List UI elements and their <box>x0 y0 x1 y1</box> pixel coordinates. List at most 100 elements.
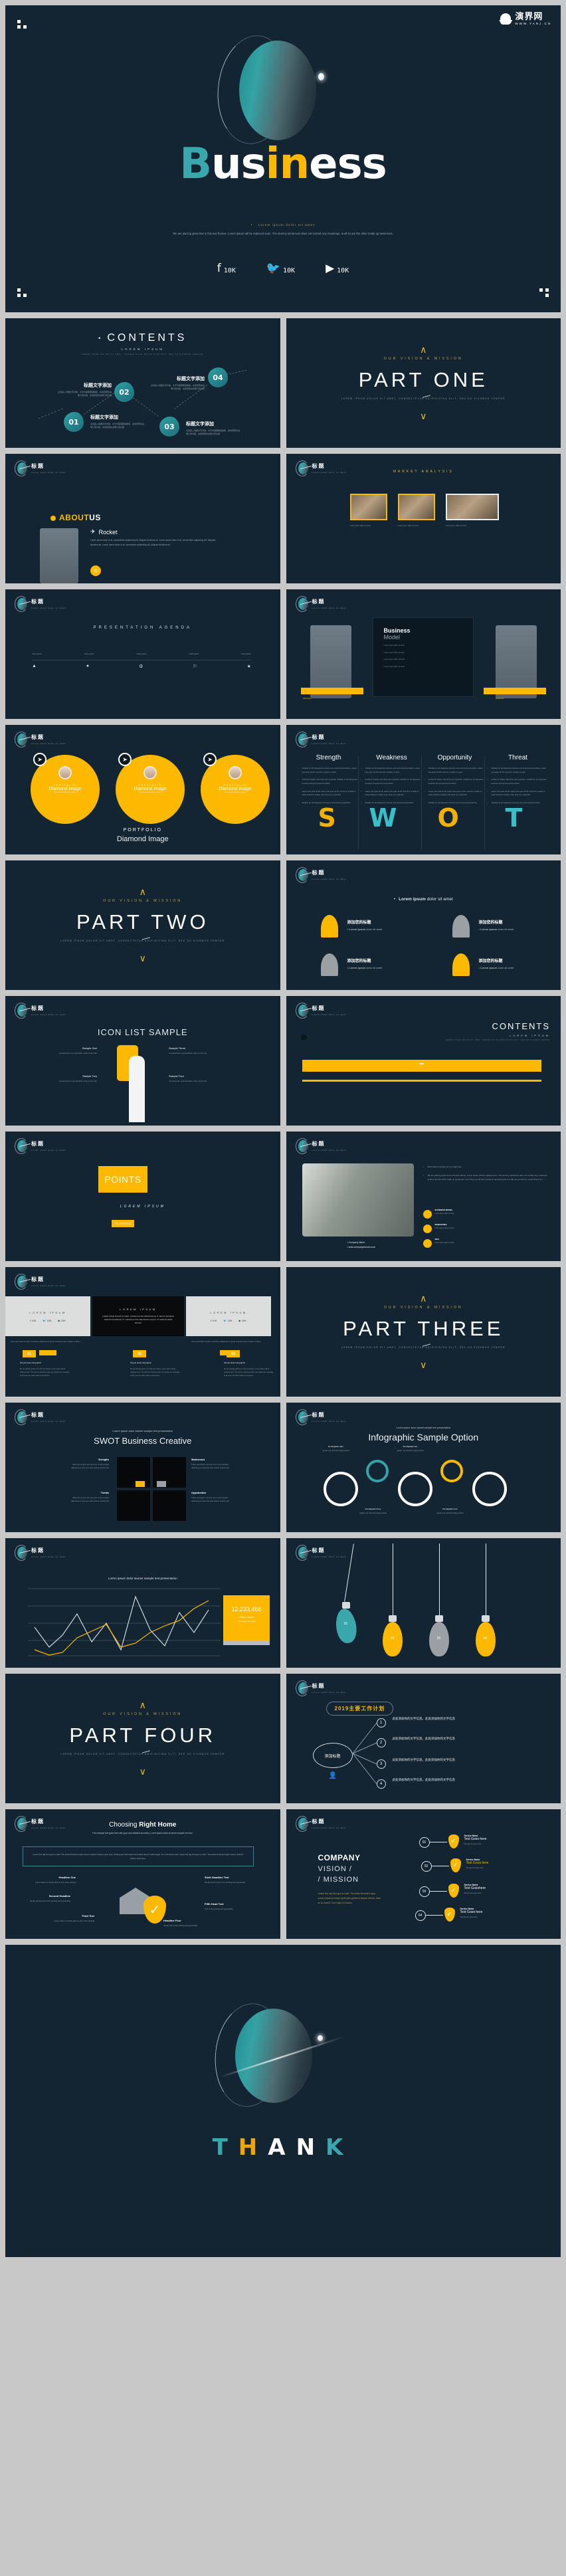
master-title: 标题 <box>312 1683 326 1689</box>
bulb-3[interactable]: 03 <box>427 1543 451 1656</box>
slide-three-cards[interactable]: 标题 Lorem ipsum dolor sit amet LOREM IPSU… <box>5 1267 280 1397</box>
slide-business-model[interactable]: 标题 Lorem ipsum dolor sit amet Business M… <box>286 589 561 719</box>
planet-sphere-icon <box>235 2009 312 2103</box>
master-logo: 标题 Lorem ipsum dolor sit amet <box>295 1138 347 1154</box>
master-planet-icon <box>15 1545 31 1561</box>
master-planet-icon <box>15 1003 31 1019</box>
master-logo: 标题 Lorem ipsum dolor sit amet <box>15 1138 66 1154</box>
about-card-body: Lorem ipsum dolor st at, consectetur adi… <box>90 539 216 546</box>
swot-bullet: architecto beatae vitae dicta sunt expli… <box>298 778 359 785</box>
slide-bulbs[interactable]: 标题 Lorem ipsum dolor sit amet 01 02 03 0… <box>286 1538 561 1668</box>
master-title: 标题 <box>31 599 45 605</box>
portfolio-footer-kicker: PORTFOLIO <box>123 828 162 833</box>
deck-page: 演界网 WWW.YANJ.CN Business • Lorem ipsum do… <box>0 0 566 2268</box>
contents-item-title: 标题文字添加 <box>90 415 118 420</box>
slide-portfolio[interactable]: 标题 Lorem ipsum dolor sit amet ➤ ➤ ➤ PORT… <box>5 725 280 854</box>
master-title: 标题 <box>31 463 45 469</box>
star-icon: ★ <box>246 664 251 669</box>
cover-social-row: f 10K 🐦 10K ▶ 10K <box>5 263 561 275</box>
yanj-brand-logo[interactable]: 演界网 WWW.YANJ.CN <box>499 12 551 25</box>
contents-item-text-03: 标题文字添加 点击输入简要文字内容，文字内容需概括精炼，言简意赅的说明分项内容，… <box>186 421 240 437</box>
market-title: MARKET ANALYSIS <box>393 470 454 474</box>
section-title: PART TWO <box>76 910 209 934</box>
icon-list-item-4: Sample Four consectetud ut perspiciatis u… <box>169 1074 207 1082</box>
card-left[interactable]: LOREM IPSUM f 10K 🐦 10K ▶ 10K Lorem ipsum … <box>5 1296 90 1355</box>
contents-blob-03[interactable]: 03 <box>159 417 179 437</box>
slide-icon-list[interactable]: 标题 Lorem ipsum dolor sit amet ICON LIST … <box>5 996 280 1126</box>
team-row-icon-2 <box>423 1225 432 1233</box>
slide-about-us[interactable]: 标题 Lorem ipsum dolor sit amet ABOUTUS ✈ R… <box>5 454 280 583</box>
points-small-button[interactable]: ZS DESIGN <box>112 1220 134 1227</box>
contents-item-text-04: 标题文字添加 点击输入简要文字内容，文字内容需概括精炼，言简意赅的说明分项内容，… <box>150 375 205 391</box>
social-item[interactable]: ▶ 10K <box>326 263 349 275</box>
swot-bullet: Suitable for all categories business and… <box>298 767 359 774</box>
contents-title: • CONTENTS <box>98 332 187 344</box>
swot-bullet: architecto beatae vitae dicta sunt expli… <box>361 778 423 785</box>
slide-line-chart[interactable]: 标题 Lorem ipsum dolor sit amet Lorem ipsu… <box>5 1538 280 1668</box>
card-center[interactable]: LOREM IPSUM LOREM IPSUM DOLOR SIT AMET, … <box>92 1296 184 1336</box>
master-planet-icon <box>295 460 312 476</box>
chart-callout-number: 12.233.456 <box>231 1606 262 1613</box>
bell-text-1: 添加您的标题 • Lorem ipsum dolor sit amet <box>347 921 383 931</box>
bulb-1[interactable]: 01 <box>333 1543 358 1644</box>
market-photo-1[interactable] <box>349 494 387 520</box>
master-planet-icon <box>295 1138 312 1154</box>
slide-bells[interactable]: 标题 Lorem ipsum dolor sit amet • Lorem ips… <box>286 860 561 990</box>
contents-blob-01[interactable]: 01 <box>64 412 84 432</box>
bulb-2[interactable]: 02 <box>381 1543 405 1656</box>
slide-right-home[interactable]: 标题 Lorem ipsum dolor sit amet Choosing R… <box>5 1809 280 1939</box>
slide-company-vision[interactable]: 标题 Lorem ipsum dolor sit amet COMPANY VI… <box>286 1809 561 1939</box>
agenda-icons: ▲ ● ⚙ ⚐ ★ <box>32 664 251 669</box>
slide-part-two[interactable]: ∧ OUR VISION & MISSION PART TWO LOREM IP… <box>5 860 280 990</box>
bulb-4[interactable]: 04 <box>474 1543 498 1656</box>
slide-cover[interactable]: 演界网 WWW.YANJ.CN Business • Lorem ipsum do… <box>5 5 561 312</box>
contents-blob-04[interactable]: 04 <box>208 367 228 387</box>
card-button[interactable] <box>39 1349 56 1355</box>
master-title: 标题 <box>31 1412 45 1418</box>
swot-divider <box>421 757 422 850</box>
slide-part-one[interactable]: ∧ OUR VISION & MISSION PART ONE LOREM IP… <box>286 318 561 448</box>
flag-icon: ⚐ <box>193 664 197 669</box>
slide-agenda[interactable]: 标题 Lorem ipsum dolor sit amet PRESENTATI… <box>5 589 280 719</box>
market-photo-2[interactable] <box>397 494 435 520</box>
bm-tag-left: Business <box>303 697 312 700</box>
card-text: LOREM IPSUM DOLOR SIT AMET, CONSECTETUR … <box>102 1315 174 1325</box>
contents-blob-02[interactable]: 02 <box>114 382 134 402</box>
market-photo-3[interactable] <box>445 494 499 520</box>
slide-team[interactable]: 标题 Lorem ipsum dolor sit amet More about… <box>286 1132 561 1261</box>
slide-part-three[interactable]: ∧ OUR VISION & MISSION PART THREE LOREM … <box>286 1267 561 1397</box>
slide-contents[interactable]: • CONTENTS LOREM IPSUM LOREM IPSUM DOLOR … <box>5 318 280 448</box>
slide-swot-creative[interactable]: 标题 Lorem ipsum dolor sit amet Lorem ipsu… <box>5 1403 280 1532</box>
social-item[interactable]: 🐦 10K <box>266 263 295 275</box>
corner-mark-top-left <box>17 20 28 29</box>
infographic-label-2: Pendapatan two nguigei yng rahowali anigg… <box>396 1445 424 1452</box>
section-kicker: OUR VISION & MISSION <box>103 1712 183 1717</box>
infographic-ring-4 <box>440 1460 463 1482</box>
swot-bullet: eaque ipsa quae ab illo eaque ipsa quae … <box>298 790 359 797</box>
master-planet-icon <box>295 867 312 883</box>
card-right[interactable]: LOREM IPSUM f 10K 🐦 10K ▶ 10K Lorem ipsum … <box>186 1296 271 1355</box>
market-caption-2: Lorem ipsum dolor sit amet <box>397 525 419 527</box>
slide-infographic[interactable]: 标题 Lorem ipsum dolor sit amet Lorem ipsu… <box>286 1403 561 1532</box>
slide-timeline[interactable]: 标题 Lorem ipsum dolor sit amet CONTENTS L… <box>286 996 561 1126</box>
social-item[interactable]: f 10K <box>217 263 236 275</box>
contents-item-title: 标题文字添加 <box>177 377 205 381</box>
slide-work-plan[interactable]: 标题 Lorem ipsum dolor sit amet 2019主要工作计划… <box>286 1674 561 1803</box>
slide-swot[interactable]: 标题 Lorem ipsum dolor sit amet S W O T St… <box>286 725 561 854</box>
shield-check-icon: ✓ <box>143 1896 166 1924</box>
portfolio-send-icon-3[interactable]: ➤ <box>203 753 217 766</box>
slide-thank-you[interactable]: THANK <box>5 1945 561 2257</box>
bell-text-4: 添加您的标题 • Lorem ipsum dolor sit amet <box>478 959 514 969</box>
points-button[interactable]: POINTS <box>98 1166 147 1193</box>
right-home-title-a: Choosing <box>109 1821 140 1829</box>
contents-para: LOREM IPSUM DOLOR SIT AMET, CONSECTETUR … <box>81 353 204 355</box>
slide-points[interactable]: 标题 Lorem ipsum dolor sit amet POINTS LOR… <box>5 1132 280 1261</box>
portfolio-send-icon-2[interactable]: ➤ <box>118 753 132 766</box>
infographic-header: Lorem ipsum dolor siamet sample text pre… <box>286 1427 561 1442</box>
slide-part-four[interactable]: ∧ OUR VISION & MISSION PART FOUR LOREM I… <box>5 1674 280 1803</box>
slide-market-analysis[interactable]: 标题 Lorem ipsum dolor sit amet MARKET ANA… <box>286 454 561 583</box>
chart-callout-card: 12.233.456 Sales report Lorem ipsum dolo… <box>223 1595 270 1640</box>
num-title-02: Simple Data Infographic <box>130 1361 152 1364</box>
team-row-1: BUSINESS MODEL Lorem ipsum dolor sit ame… <box>434 1209 454 1215</box>
portfolio-send-icon-1[interactable]: ➤ <box>33 753 47 766</box>
